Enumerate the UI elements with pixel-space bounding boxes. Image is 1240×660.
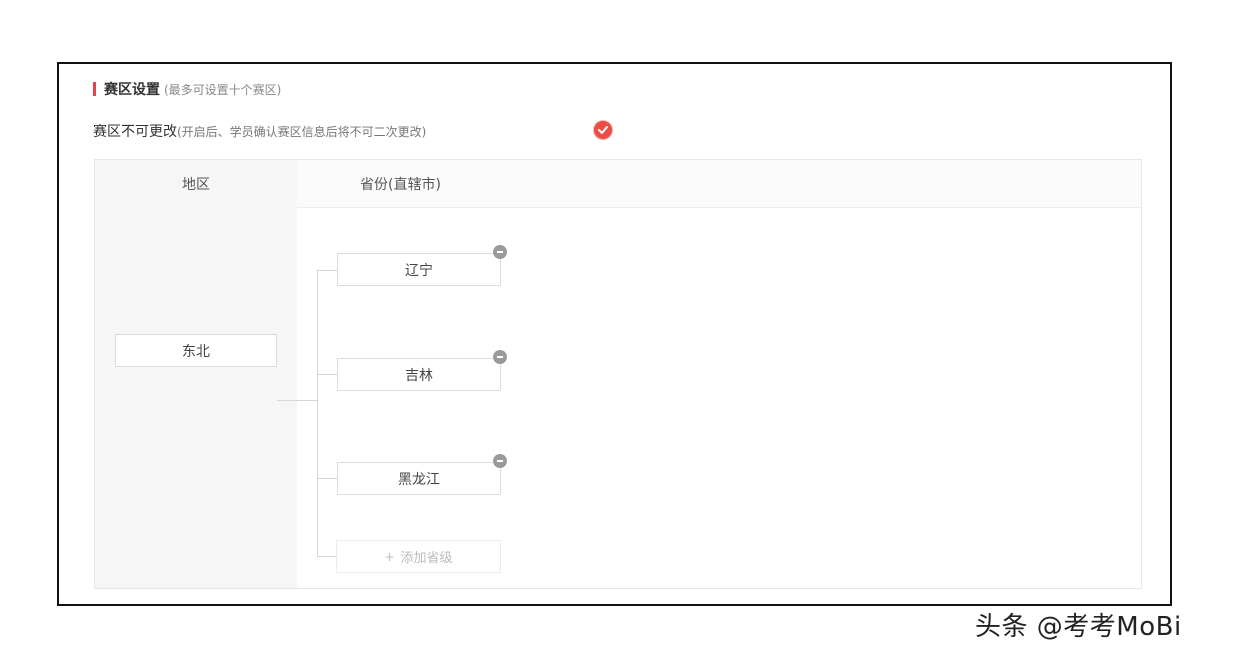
region-column — [95, 208, 297, 588]
connector-branch — [317, 478, 337, 479]
region-column-header: 地区 — [95, 160, 297, 208]
lock-region-note: (开启后、学员确认赛区信息后将不可二次更改) — [177, 124, 427, 139]
region-cell-dongbei[interactable]: 东北 — [115, 334, 277, 367]
connector-horizontal-main — [277, 400, 317, 401]
settings-panel: 赛区设置 (最多可设置十个赛区) 赛区不可更改 (开启后、学员确认赛区信息后将不… — [57, 62, 1172, 606]
province-column-header: 省份(直辖市) — [297, 160, 1141, 208]
province-label: 吉林 — [405, 367, 433, 384]
province-label: 黑龙江 — [398, 471, 440, 488]
province-item-jilin[interactable]: 吉林 — [337, 350, 507, 391]
section-subtitle: (最多可设置十个赛区) — [164, 82, 282, 97]
connector-branch — [317, 556, 336, 557]
section-header: 赛区设置 (最多可设置十个赛区) — [93, 79, 281, 99]
province-item-liaoning[interactable]: 辽宁 — [337, 245, 507, 286]
title-accent-bar — [93, 82, 96, 96]
watermark-text: 头条 @考考MoBi — [975, 612, 1182, 642]
province-item-heilongjiang[interactable]: 黑龙江 — [337, 454, 507, 495]
section-title: 赛区设置 — [104, 82, 160, 98]
region-table: 地区 省份(直辖市) 东北 辽宁 吉林 黑龙江 + 添加省级 — [94, 159, 1142, 589]
remove-circle-icon[interactable] — [493, 454, 507, 468]
lock-region-option: 赛区不可更改 (开启后、学员确认赛区信息后将不可二次更改) — [93, 120, 426, 142]
connector-vertical — [317, 270, 318, 557]
check-circle-icon — [598, 126, 608, 134]
add-province-button[interactable]: + 添加省级 — [336, 540, 501, 573]
lock-region-checkbox[interactable] — [594, 121, 612, 139]
lock-region-label: 赛区不可更改 — [93, 124, 177, 140]
add-province-label: 添加省级 — [400, 551, 453, 566]
connector-branch — [317, 270, 337, 271]
plus-icon: + — [384, 549, 395, 564]
remove-circle-icon[interactable] — [493, 245, 507, 259]
connector-branch — [317, 374, 337, 375]
remove-circle-icon[interactable] — [493, 350, 507, 364]
province-label: 辽宁 — [405, 262, 433, 279]
